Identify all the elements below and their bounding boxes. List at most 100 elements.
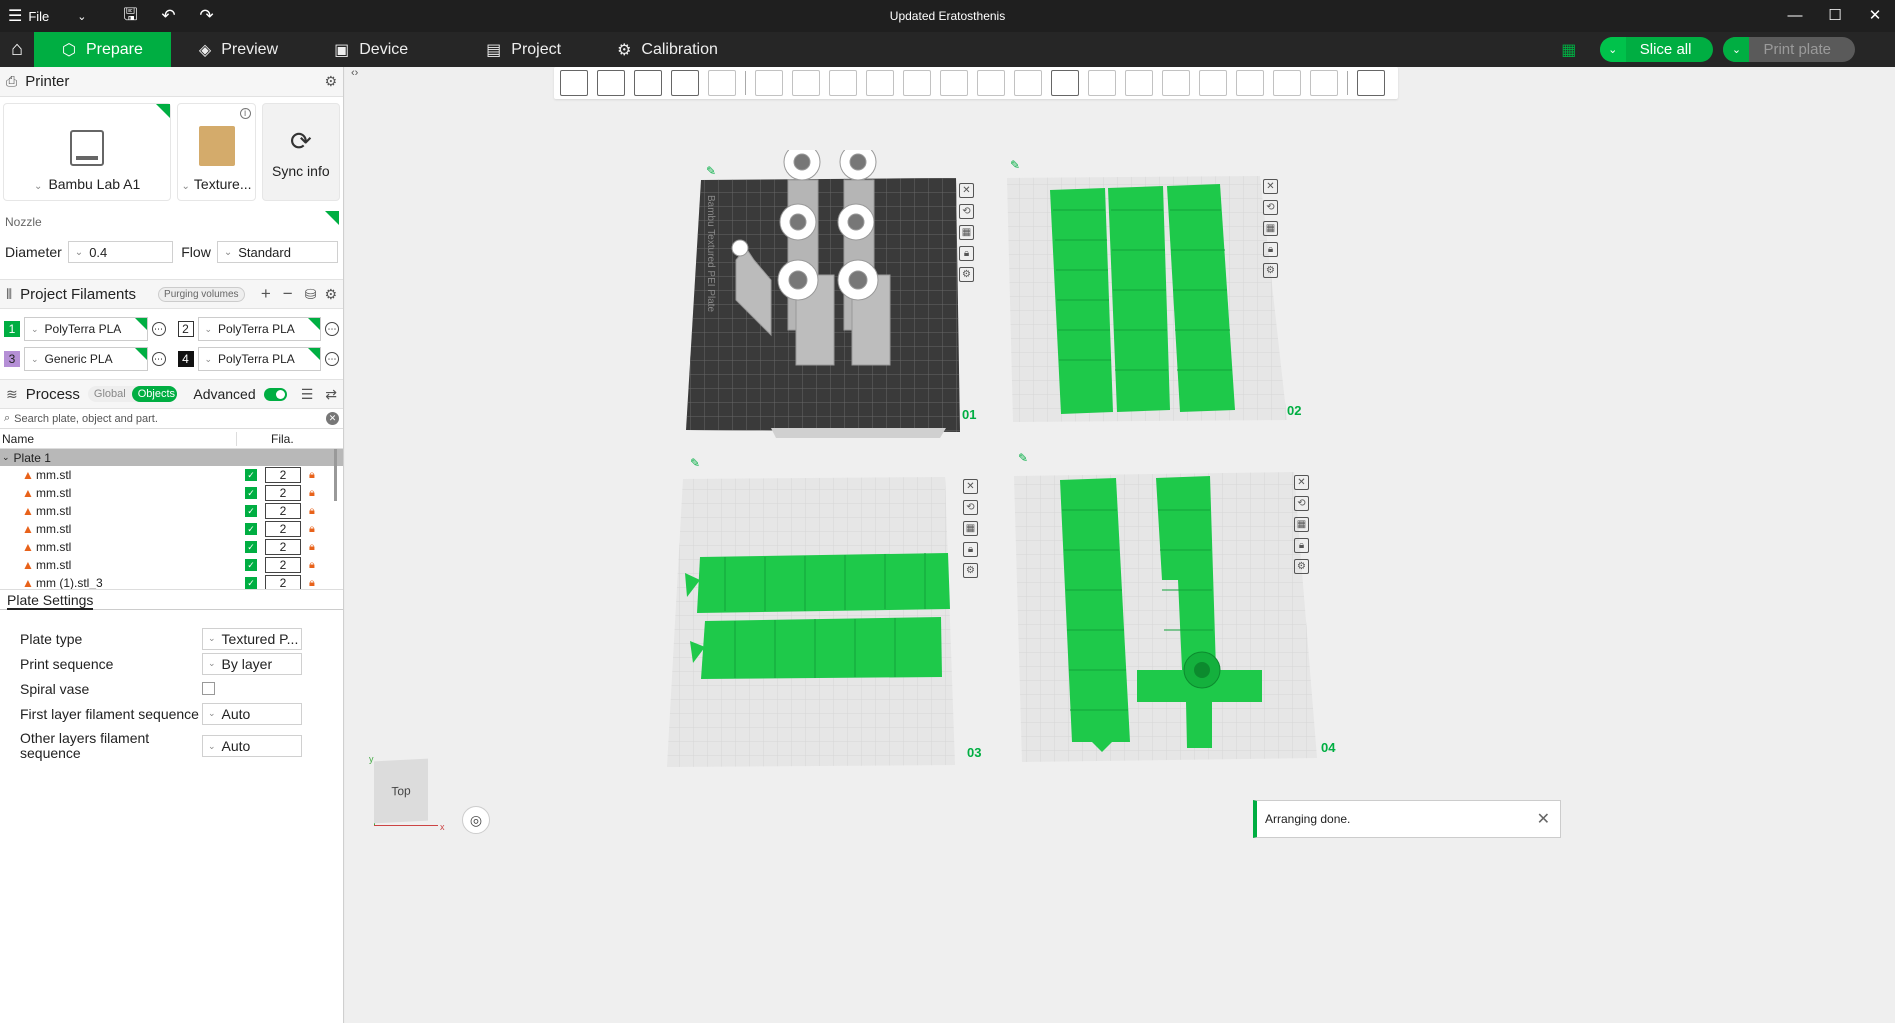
checkbox-checked[interactable]: ✓ (245, 577, 257, 589)
plate-04[interactable] (1012, 470, 1322, 765)
hamburger-menu-icon[interactable]: ☰ (8, 6, 22, 26)
checkbox-checked[interactable]: ✓ (245, 505, 257, 517)
minimize-icon[interactable]: — (1775, 0, 1815, 32)
edit-plate-icon[interactable]: ✎ (1010, 158, 1020, 172)
remove-icon[interactable]: − (283, 284, 293, 304)
object-search[interactable]: ⌕ Search plate, object and part. ✕ (0, 409, 343, 429)
filament-select[interactable]: ⌄ Generic PLA (24, 347, 148, 371)
collapse-sidebar-icon[interactable]: ‹› (351, 67, 358, 79)
camera-reset-icon[interactable]: ◎ (462, 806, 490, 834)
view-icon[interactable] (1357, 70, 1385, 96)
lock-icon[interactable]: 🔒︎ (309, 505, 323, 518)
checkbox-checked[interactable]: ✓ (245, 487, 257, 499)
checkbox-checked[interactable]: ✓ (245, 541, 257, 553)
edit-plate-icon[interactable]: ✎ (690, 456, 700, 470)
lock-plate-icon[interactable]: 🔒︎ (1294, 538, 1309, 553)
ruler-icon[interactable] (1310, 70, 1338, 96)
lock-icon[interactable]: 🔒︎ (309, 541, 323, 554)
list-item[interactable]: ▲ mm.stl ✓ 2 🔒︎ (0, 502, 343, 520)
lock-plate-icon[interactable]: 🔒︎ (959, 246, 974, 261)
assembly-icon[interactable] (1125, 70, 1153, 96)
delete-plate-icon[interactable]: ✕ (959, 183, 974, 198)
sync-info-button[interactable]: ⟳ Sync info (261, 103, 340, 201)
chevron-down-icon[interactable]: ⌄ (77, 10, 86, 23)
scale-icon[interactable] (829, 70, 857, 96)
view-cube[interactable]: Top y x (366, 754, 445, 832)
slice-all-button[interactable]: ⌄ Slice all (1599, 37, 1714, 62)
add-plate-icon[interactable] (597, 70, 625, 96)
list-icon[interactable]: ☰ (301, 386, 314, 403)
flow-select[interactable]: ⌄ Standard (216, 241, 338, 263)
split-plates-icon[interactable] (708, 70, 736, 96)
tab-calibration[interactable]: ⚙ Calibration (589, 32, 746, 67)
file-menu[interactable]: File (28, 9, 49, 24)
list-item[interactable]: ▲ mm.stl ✓ 2 🔒︎ (0, 538, 343, 556)
lay-on-face-icon[interactable] (866, 70, 894, 96)
plate-settings-icon[interactable]: ⚙ (959, 267, 974, 282)
delete-plate-icon[interactable]: ✕ (1294, 475, 1309, 490)
list-item[interactable]: ▲ mm.stl ✓ 2 🔒︎ (0, 520, 343, 538)
advanced-toggle[interactable] (263, 387, 287, 401)
arrange-icon[interactable] (671, 70, 699, 96)
plate-settings-icon[interactable]: ⚙ (1294, 559, 1309, 574)
lock-icon[interactable]: 🔒︎ (309, 487, 323, 500)
gear-icon[interactable]: ⚙ (324, 286, 337, 303)
filament-select[interactable]: ⌄ PolyTerra PLA (24, 317, 148, 341)
filament-select[interactable]: ⌄ PolyTerra PLA (197, 317, 321, 341)
add-object-icon[interactable] (560, 70, 588, 96)
home-icon[interactable]: ⌂ (0, 32, 34, 67)
more-icon[interactable]: ⋯ (325, 322, 339, 336)
list-item[interactable]: ▲ mm.stl ✓ 2 🔒︎ (0, 466, 343, 484)
seam-icon[interactable] (1236, 70, 1264, 96)
purging-volumes-button[interactable]: Purging volumes (158, 286, 245, 302)
plate-02[interactable] (1005, 170, 1295, 425)
more-icon[interactable]: ⋯ (151, 352, 166, 366)
arrange-plate-icon[interactable]: ▦ (1294, 517, 1309, 532)
plate-number[interactable]: 01 (962, 407, 976, 422)
edit-plate-icon[interactable]: ✎ (1018, 451, 1028, 465)
support-paint-icon[interactable] (977, 70, 1005, 96)
boolean-icon[interactable] (940, 70, 968, 96)
diameter-select[interactable]: ⌄ 0.4 (67, 241, 174, 263)
move-icon[interactable] (755, 70, 783, 96)
orient-plate-icon[interactable]: ⟲ (963, 500, 978, 515)
chevron-down-icon[interactable]: ⌄ (2, 452, 10, 463)
cut-icon[interactable] (903, 70, 931, 96)
delete-plate-icon[interactable]: ✕ (1263, 179, 1278, 194)
edit-plate-icon[interactable]: ✎ (706, 164, 716, 178)
checkbox-checked[interactable]: ✓ (245, 469, 257, 481)
filament-select[interactable]: ⌄ PolyTerra PLA (197, 347, 321, 371)
add-icon[interactable]: + (261, 284, 271, 304)
plate-01[interactable]: Bambu Textured PEI Plate (676, 150, 976, 440)
printer-select-card[interactable]: ⌄ Bambu Lab A1 (3, 103, 172, 201)
first-layer-sequence-select[interactable]: ⌄ Auto (202, 702, 302, 725)
more-icon[interactable]: ⋯ (151, 322, 166, 336)
plate-03[interactable] (665, 475, 960, 770)
gear-icon[interactable]: ⚙ (324, 73, 337, 90)
arrange-plate-icon[interactable]: ▦ (963, 521, 978, 536)
plate-settings-icon[interactable]: ⚙ (963, 563, 978, 578)
sync-filament-icon[interactable]: ⛁ (305, 286, 317, 303)
lock-icon[interactable]: 🔒︎ (309, 469, 323, 482)
plate-list-icon[interactable]: ▦ (1558, 39, 1580, 61)
text-icon[interactable] (1051, 70, 1079, 96)
orient-plate-icon[interactable]: ⟲ (1294, 496, 1309, 511)
chevron-down-icon[interactable]: ⌄ (1723, 37, 1750, 62)
save-icon[interactable]: 🖫 (115, 2, 147, 31)
view-cube-face[interactable]: Top (374, 758, 428, 824)
variable-layer-icon[interactable] (1199, 70, 1227, 96)
orient-plate-icon[interactable]: ⟲ (1263, 200, 1278, 215)
tab-prepare[interactable]: ⬡ Prepare (34, 32, 171, 67)
lock-icon[interactable]: 🔒︎ (309, 577, 323, 590)
close-icon[interactable]: ✕ (1537, 809, 1550, 829)
plate-number[interactable]: 04 (1321, 740, 1335, 755)
list-item[interactable]: ▲ mm (1).stl_3 ✓ 2 🔒︎ (0, 574, 343, 589)
print-sequence-select[interactable]: ⌄ By layer (202, 652, 302, 675)
orient-plate-icon[interactable]: ⟲ (959, 204, 974, 219)
info-icon[interactable]: i (239, 108, 251, 119)
undo-icon[interactable]: ↶ (153, 6, 185, 26)
brim-icon[interactable] (1273, 70, 1301, 96)
tab-preview[interactable]: ◈ Preview (171, 32, 306, 67)
measure-icon[interactable] (1088, 70, 1116, 96)
plate-settings-icon[interactable]: ⚙ (1263, 263, 1278, 278)
